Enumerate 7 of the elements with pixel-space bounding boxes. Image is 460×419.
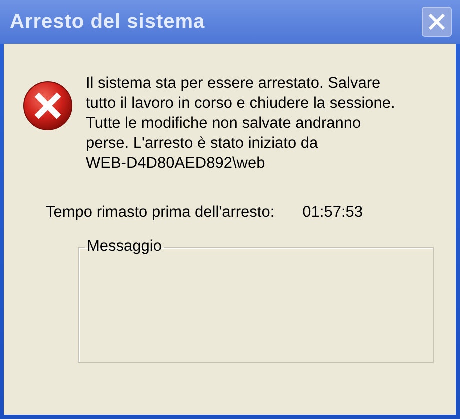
countdown-value: 01:57:53 bbox=[302, 204, 363, 222]
message-text: Il sistema sta per essere arrestato. Salvare tutto il lavoro in corso e chiudere la sessione. Tutte le modifiche non salvate andranno perse. L'arresto è stato iniziato da WEB-D4D80AED892\web bbox=[86, 74, 396, 174]
window-title: Arresto del sistema bbox=[10, 10, 206, 34]
error-icon bbox=[22, 80, 74, 132]
group-label: Messaggio bbox=[86, 238, 163, 256]
countdown-label: Tempo rimasto prima dell'arresto: bbox=[46, 204, 275, 222]
close-icon bbox=[428, 13, 446, 31]
